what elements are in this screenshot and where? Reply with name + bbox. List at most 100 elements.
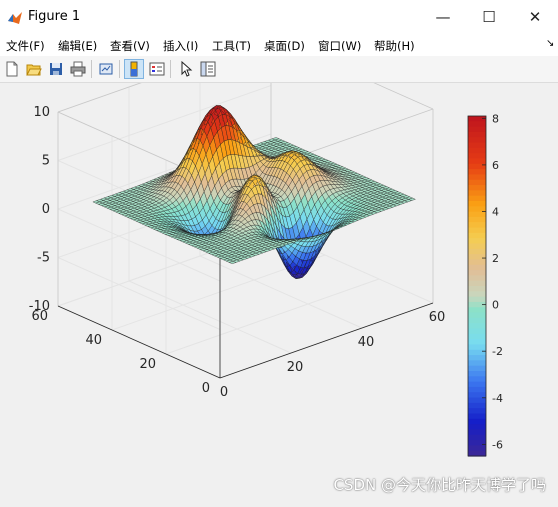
colorbar-segment (468, 313, 486, 319)
menu-view[interactable]: 查看(V) (110, 38, 150, 54)
link-plot-button[interactable] (96, 59, 116, 79)
new-figure-icon (4, 61, 20, 77)
new-figure-button[interactable] (2, 59, 22, 79)
x-tick-label: 60 (429, 310, 446, 325)
colorbar-tick-label: 6 (492, 159, 499, 172)
z-tick-label: 0 (42, 202, 50, 217)
colorbar-segment (468, 180, 486, 186)
colorbar-segment (468, 329, 486, 335)
colorbar-segment (468, 435, 486, 441)
colorbar-tick-label: 4 (492, 205, 499, 218)
colorbar-tick-label: 8 (492, 112, 499, 125)
colorbar-segment (468, 414, 486, 420)
colorbar-segment (468, 419, 486, 425)
close-icon: ✕ (529, 8, 542, 26)
colorbar-segment (468, 121, 486, 127)
colorbar-segment (468, 440, 486, 446)
colorbar-segment (468, 387, 486, 393)
menu-file[interactable]: 文件(F) (6, 38, 45, 54)
colorbar-segment (468, 201, 486, 207)
print-button[interactable] (68, 59, 88, 79)
colorbar-segment (468, 169, 486, 175)
edit-plot-button[interactable] (176, 59, 196, 79)
colorbar-segment (468, 132, 486, 138)
menu-desktop[interactable]: 桌面(D) (264, 38, 305, 54)
close-button[interactable]: ✕ (512, 0, 558, 34)
link-plot-icon (98, 61, 114, 77)
colorbar-icon (127, 61, 141, 77)
colorbar-segment (468, 148, 486, 154)
colorbar-segment (468, 297, 486, 303)
colorbar-segment (468, 291, 486, 297)
save-button[interactable] (46, 59, 66, 79)
colorbar-segment (468, 424, 486, 430)
colorbar-segment (468, 344, 486, 350)
dock-arrow-icon[interactable]: ↘ (546, 38, 554, 49)
colorbar-segment (468, 259, 486, 265)
colorbar-segment (468, 355, 486, 361)
x-tick-label: 20 (287, 360, 304, 375)
y-tick-label: 60 (31, 309, 48, 324)
colorbar: 86420-2-4-6 (468, 112, 503, 456)
surface-plot[interactable]: 1050-5-1002040600204060 86420-2-4-6 (0, 83, 558, 503)
menu-help[interactable]: 帮助(H) (374, 38, 415, 54)
colorbar-segment (468, 275, 486, 281)
colorbar-segment (468, 238, 486, 244)
x-tick-label: 0 (220, 385, 228, 400)
figure-canvas[interactable]: 1050-5-1002040600204060 86420-2-4-6 CSDN… (0, 83, 558, 503)
colorbar-segment (468, 403, 486, 409)
colorbar-segment (468, 445, 486, 451)
colorbar-tick-label: -2 (492, 345, 503, 358)
colorbar-segment (468, 281, 486, 287)
open-file-icon (26, 61, 42, 77)
save-icon (48, 61, 64, 77)
colorbar-segment (468, 286, 486, 292)
colorbar-tick-label: 2 (492, 252, 499, 265)
minimize-button[interactable]: — (420, 0, 466, 34)
colorbar-tick-label: -6 (492, 438, 503, 451)
z-tick-label: 5 (42, 154, 50, 169)
legend-icon (149, 61, 165, 77)
legend-button[interactable] (147, 59, 167, 79)
menu-bar: 文件(F) 编辑(E) 查看(V) 插入(I) 工具(T) 桌面(D) 窗口(W… (0, 34, 558, 56)
colorbar-segment (468, 137, 486, 143)
menu-tools[interactable]: 工具(T) (212, 38, 251, 54)
toolbar-separator (91, 60, 92, 78)
colorbar-segment (468, 392, 486, 398)
colorbar-segment (468, 429, 486, 435)
colorbar-segment (468, 143, 486, 149)
colorbar-segment (468, 159, 486, 165)
menu-insert[interactable]: 插入(I) (163, 38, 198, 54)
colorbar-segment (468, 323, 486, 329)
property-inspector-button[interactable] (198, 59, 218, 79)
colorbar-button[interactable] (124, 59, 144, 79)
colorbar-segment (468, 265, 486, 271)
colorbar-segment (468, 228, 486, 234)
colorbar-segment (468, 217, 486, 223)
y-tick-label: 0 (202, 381, 210, 396)
toolbar (0, 56, 558, 83)
colorbar-segment (468, 174, 486, 180)
colorbar-segment (468, 249, 486, 255)
y-tick-label: 20 (139, 357, 156, 372)
colorbar-segment (468, 127, 486, 133)
menu-edit[interactable]: 编辑(E) (58, 38, 97, 54)
property-inspector-icon (200, 61, 216, 77)
colorbar-segment (468, 196, 486, 202)
toolbar-separator (170, 60, 171, 78)
open-file-button[interactable] (24, 59, 44, 79)
minimize-icon: — (436, 8, 451, 26)
colorbar-segment (468, 371, 486, 377)
print-icon (70, 61, 86, 77)
colorbar-segment (468, 270, 486, 276)
colorbar-segment (468, 153, 486, 159)
menu-window[interactable]: 窗口(W) (318, 38, 361, 54)
colorbar-segment (468, 350, 486, 356)
title-bar: Figure 1 — ☐ ✕ (0, 0, 558, 34)
edit-plot-arrow-icon (178, 61, 194, 77)
z-tick-label: 10 (33, 105, 50, 120)
colorbar-segment (468, 334, 486, 340)
colorbar-segment (468, 376, 486, 382)
maximize-button[interactable]: ☐ (466, 0, 512, 34)
colorbar-segment (468, 233, 486, 239)
